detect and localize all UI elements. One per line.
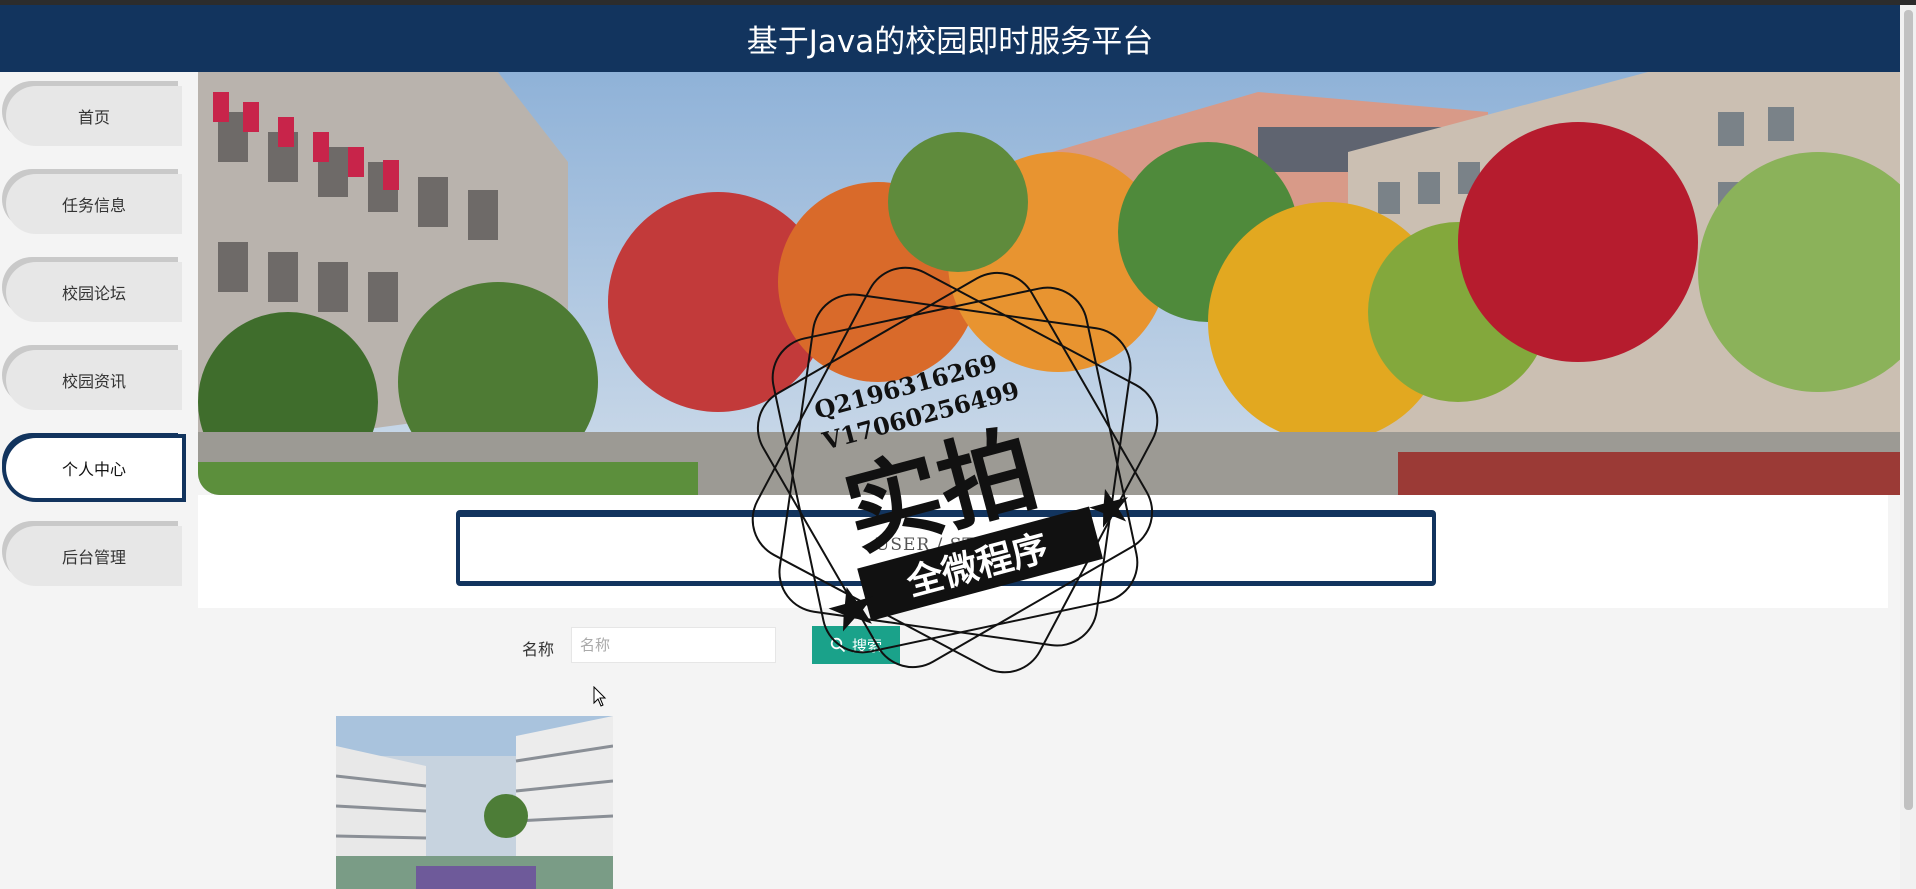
sidebar-item-label: 任务信息 (61, 196, 126, 215)
section-subtitle: USER / STORE (875, 535, 1017, 555)
sidebar-item-profile[interactable]: 个人中心 (6, 438, 182, 498)
search-input[interactable] (571, 627, 776, 663)
sidebar-item-tasks[interactable]: 任务信息 (6, 174, 182, 234)
search-label: 名称 (522, 640, 555, 659)
store-item-image[interactable] (336, 716, 613, 889)
sidebar-nav: 首页 任务信息 校园论坛 校园资讯 个人中心 后台管理 (0, 72, 198, 889)
scrollbar-thumb[interactable] (1904, 10, 1913, 810)
sidebar-item-label: 后台管理 (61, 548, 126, 567)
sidebar-item-label: 校园资讯 (61, 372, 126, 391)
sidebar-item-label: 个人中心 (61, 460, 126, 479)
sidebar-item-home[interactable]: 首页 (6, 86, 182, 146)
campus-banner-image (198, 72, 1900, 495)
search-bar (198, 608, 1888, 680)
mouse-cursor-icon (593, 685, 607, 712)
search-icon (830, 637, 846, 653)
app-title: 基于Java的校园即时服务平台 (746, 24, 1154, 60)
app-header: 基于Java的校园即时服务平台 (0, 5, 1900, 72)
section-title-box: USER / STORE (456, 510, 1436, 586)
sidebar-item-news[interactable]: 校园资讯 (6, 350, 182, 410)
sidebar-item-admin[interactable]: 后台管理 (6, 526, 182, 586)
search-button-label: 搜索 (851, 636, 882, 655)
sidebar-item-forum[interactable]: 校园论坛 (6, 262, 182, 322)
sidebar-item-label: 校园论坛 (61, 284, 126, 303)
sidebar-item-label: 首页 (77, 108, 110, 127)
search-button[interactable]: 搜索 (812, 626, 900, 664)
